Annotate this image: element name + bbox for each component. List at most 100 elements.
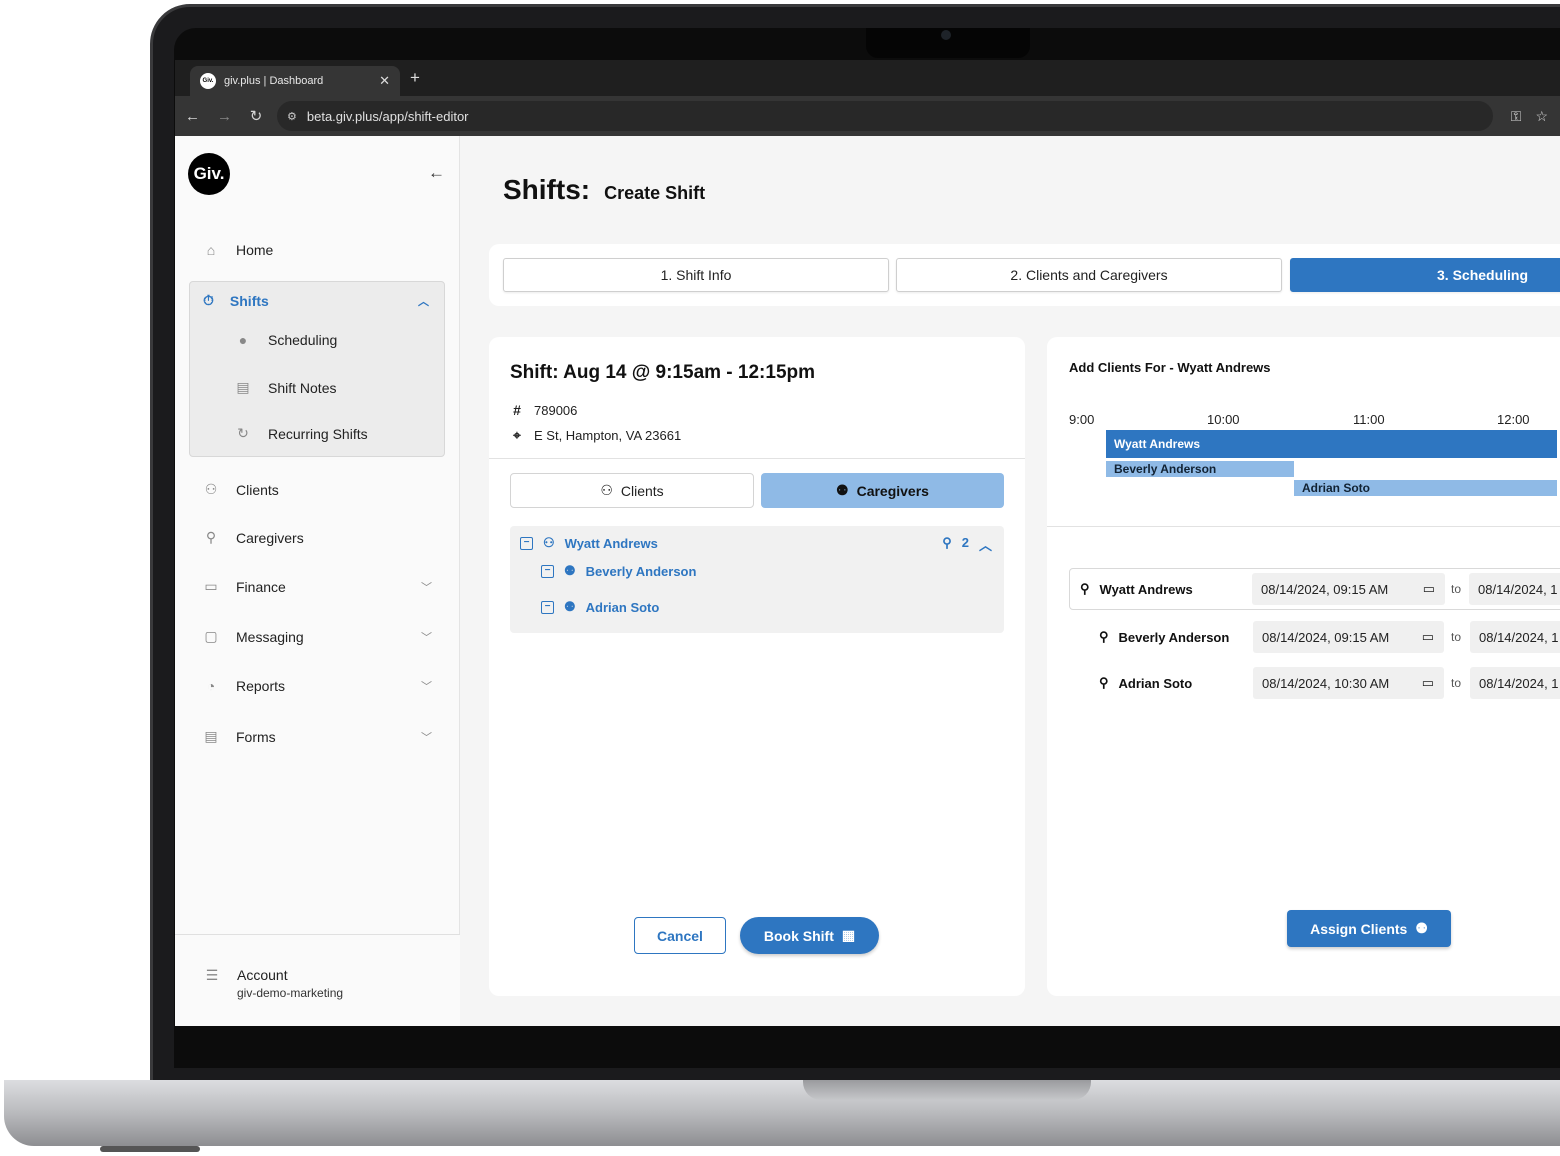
timer-icon: ● bbox=[238, 332, 248, 348]
shift-title: Shift: Aug 14 @ 9:15am - 12:15pm bbox=[510, 362, 816, 383]
clients-toggle-button[interactable]: ⚇ Clients bbox=[510, 473, 754, 508]
end-datetime-input[interactable]: 08/14/2024, 1 bbox=[1470, 667, 1560, 699]
end-datetime-value: 08/14/2024, 1 bbox=[1479, 629, 1559, 645]
laptop-mockup: Giv. giv.plus | Dashboard ✕ + ← → ↻ ⚙ be… bbox=[0, 0, 1560, 1156]
person-icon: ⚲ bbox=[1099, 675, 1109, 690]
message-icon: ▢ bbox=[204, 628, 218, 644]
sidebar-item-clients[interactable]: ⚇ Clients bbox=[202, 481, 432, 498]
sidebar-item-label: Shift Notes bbox=[268, 379, 337, 396]
tree-row-root[interactable]: − ⚇ Wyatt Andrews bbox=[520, 535, 658, 551]
reload-icon[interactable]: ↻ bbox=[249, 107, 263, 125]
key-icon[interactable]: ⚿ bbox=[1511, 108, 1522, 125]
end-datetime-input[interactable]: 08/14/2024, 1 bbox=[1469, 573, 1560, 605]
sidebar-item-forms[interactable]: ▤ Forms ﹀ bbox=[202, 728, 432, 745]
start-datetime-value: 08/14/2024, 09:15 AM bbox=[1262, 629, 1390, 645]
bookmark-star-icon[interactable]: ☆ bbox=[1535, 108, 1548, 125]
home-icon: ⌂ bbox=[206, 242, 216, 258]
divider bbox=[489, 458, 1025, 459]
shift-id: 789006 bbox=[534, 402, 578, 418]
calendar-icon[interactable]: ▭ bbox=[1423, 581, 1435, 597]
end-datetime-value: 08/14/2024, 1 bbox=[1478, 581, 1558, 597]
caregivers-toggle-button[interactable]: ⚉ Caregivers bbox=[761, 473, 1004, 508]
location-pin-icon: ⌖ bbox=[513, 427, 521, 443]
browser-tab[interactable]: Giv. giv.plus | Dashboard ✕ bbox=[190, 66, 400, 96]
assignment-tree: − ⚇ Wyatt Andrews ⚲ 2 ︿ − ⚉ Beverly Ande… bbox=[510, 526, 1004, 633]
collapse-box-icon[interactable]: − bbox=[541, 564, 554, 578]
tab-shift-info[interactable]: 1. Shift Info bbox=[503, 258, 889, 292]
sidebar-item-label: Finance bbox=[236, 578, 286, 595]
sidebar-item-label: Recurring Shifts bbox=[268, 425, 368, 442]
collapse-sidebar-icon[interactable]: ← bbox=[428, 163, 445, 183]
user-plus-icon: ⚉ bbox=[1415, 920, 1428, 936]
tab-scheduling[interactable]: 3. Scheduling bbox=[1290, 258, 1560, 292]
end-datetime-input[interactable]: 08/14/2024, 1 bbox=[1470, 621, 1560, 653]
collapse-box-icon[interactable]: − bbox=[541, 600, 554, 614]
new-tab-icon[interactable]: + bbox=[410, 68, 420, 88]
calendar-icon[interactable]: ▭ bbox=[1422, 675, 1434, 691]
assign-clients-button[interactable]: Assign Clients ⚉ bbox=[1287, 910, 1451, 947]
to-label: to bbox=[1451, 676, 1462, 690]
tab-title: giv.plus | Dashboard bbox=[224, 75, 324, 87]
calendar-icon[interactable]: ▭ bbox=[1422, 629, 1434, 645]
sidebar-item-shift-notes[interactable]: ▤ Shift Notes bbox=[234, 379, 336, 396]
tab-clients-and-caregivers[interactable]: 2. Clients and Caregivers bbox=[896, 258, 1282, 292]
note-icon: ▤ bbox=[236, 379, 250, 395]
browser-window: Giv. giv.plus | Dashboard ✕ + ← → ↻ ⚙ be… bbox=[175, 60, 1560, 1026]
timeline-tick: 11:00 bbox=[1353, 412, 1385, 427]
users-icon: ⚇ bbox=[600, 482, 613, 498]
sidebar-item-label: Messaging bbox=[236, 628, 304, 645]
account-menu[interactable]: ☰ Account giv-demo-marketing bbox=[203, 967, 343, 1000]
tree-child-label: Beverly Anderson bbox=[585, 563, 697, 579]
sidebar-item-shifts[interactable]: ⏱ Shifts ︿ bbox=[203, 292, 429, 309]
to-label: to bbox=[1451, 582, 1462, 596]
sidebar-item-home[interactable]: ⌂ Home bbox=[202, 242, 432, 258]
sidebar-item-caregivers[interactable]: ⚲ Caregivers bbox=[202, 529, 432, 546]
book-shift-button[interactable]: Book Shift ▦ bbox=[740, 917, 879, 954]
laptop-foot bbox=[100, 1146, 200, 1152]
tree-child-label: Adrian Soto bbox=[585, 599, 660, 615]
shifts-group: ⏱ Shifts ︿ ● Scheduling ▤ Shift Notes ↻ bbox=[189, 281, 445, 457]
account-org: giv-demo-marketing bbox=[237, 986, 344, 1000]
timeline-bar[interactable]: Adrian Soto bbox=[1294, 480, 1557, 496]
tree-count[interactable]: ⚲ 2 ︿ bbox=[942, 535, 992, 554]
start-datetime-input[interactable]: 08/14/2024, 09:15 AM ▭ bbox=[1253, 621, 1444, 653]
start-datetime-input[interactable]: 08/14/2024, 10:30 AM ▭ bbox=[1253, 667, 1444, 699]
chevron-down-icon: ﹀ bbox=[421, 631, 432, 644]
timeline-bar[interactable]: Wyatt Andrews bbox=[1106, 430, 1557, 458]
schedule-name-text: Wyatt Andrews bbox=[1099, 581, 1193, 597]
chevron-up-icon: ︿ bbox=[418, 295, 429, 308]
chevron-down-icon: ﹀ bbox=[421, 581, 432, 594]
timeline-tick: 12:00 bbox=[1497, 412, 1530, 427]
tree-row-child[interactable]: − ⚉ Beverly Anderson bbox=[541, 563, 696, 579]
close-tab-icon[interactable]: ✕ bbox=[379, 73, 390, 89]
sidebar-item-recurring-shifts[interactable]: ↻ Recurring Shifts bbox=[234, 425, 368, 442]
user-plus-icon: ⚉ bbox=[836, 482, 849, 498]
forward-icon[interactable]: → bbox=[217, 108, 232, 125]
camera-dot bbox=[941, 30, 951, 40]
tree-row-child[interactable]: − ⚉ Adrian Soto bbox=[541, 599, 659, 615]
timeline-bar[interactable]: Beverly Anderson bbox=[1106, 461, 1294, 477]
sidebar-item-reports[interactable]: ◔ Reports ﹀ bbox=[202, 678, 432, 694]
sidebar-item-label: Home bbox=[236, 242, 274, 258]
person-icon: ⚲ bbox=[942, 535, 952, 550]
credit-card-icon: ▭ bbox=[204, 578, 218, 594]
caregiver-icon: ⚲ bbox=[205, 529, 217, 545]
address-bar: ← → ↻ ⚙ beta.giv.plus/app/shift-editor ⚿… bbox=[175, 96, 1560, 136]
stopwatch-icon: ⏱ bbox=[203, 292, 214, 308]
sidebar-item-label: Reports bbox=[236, 678, 286, 694]
shift-id-row: # 789006 bbox=[510, 402, 577, 418]
schedule-name: ⚲ Adrian Soto bbox=[1099, 675, 1192, 691]
giv-logo: Giv. bbox=[188, 153, 230, 195]
cancel-button[interactable]: Cancel bbox=[634, 917, 726, 954]
favicon-icon: Giv. bbox=[200, 73, 216, 89]
url-field[interactable]: ⚙ beta.giv.plus/app/shift-editor bbox=[277, 101, 1493, 131]
sidebar-item-scheduling[interactable]: ● Scheduling bbox=[234, 332, 338, 348]
sidebar-item-finance[interactable]: ▭ Finance ﹀ bbox=[202, 578, 432, 595]
schedule-name-text: Adrian Soto bbox=[1118, 675, 1193, 691]
sidebar-item-label: Clients bbox=[236, 481, 279, 498]
site-settings-icon[interactable]: ⚙ bbox=[287, 110, 297, 123]
sidebar-item-messaging[interactable]: ▢ Messaging ﹀ bbox=[202, 628, 432, 645]
start-datetime-input[interactable]: 08/14/2024, 09:15 AM ▭ bbox=[1252, 573, 1445, 605]
back-icon[interactable]: ← bbox=[185, 108, 200, 125]
collapse-box-icon[interactable]: − bbox=[520, 536, 533, 550]
